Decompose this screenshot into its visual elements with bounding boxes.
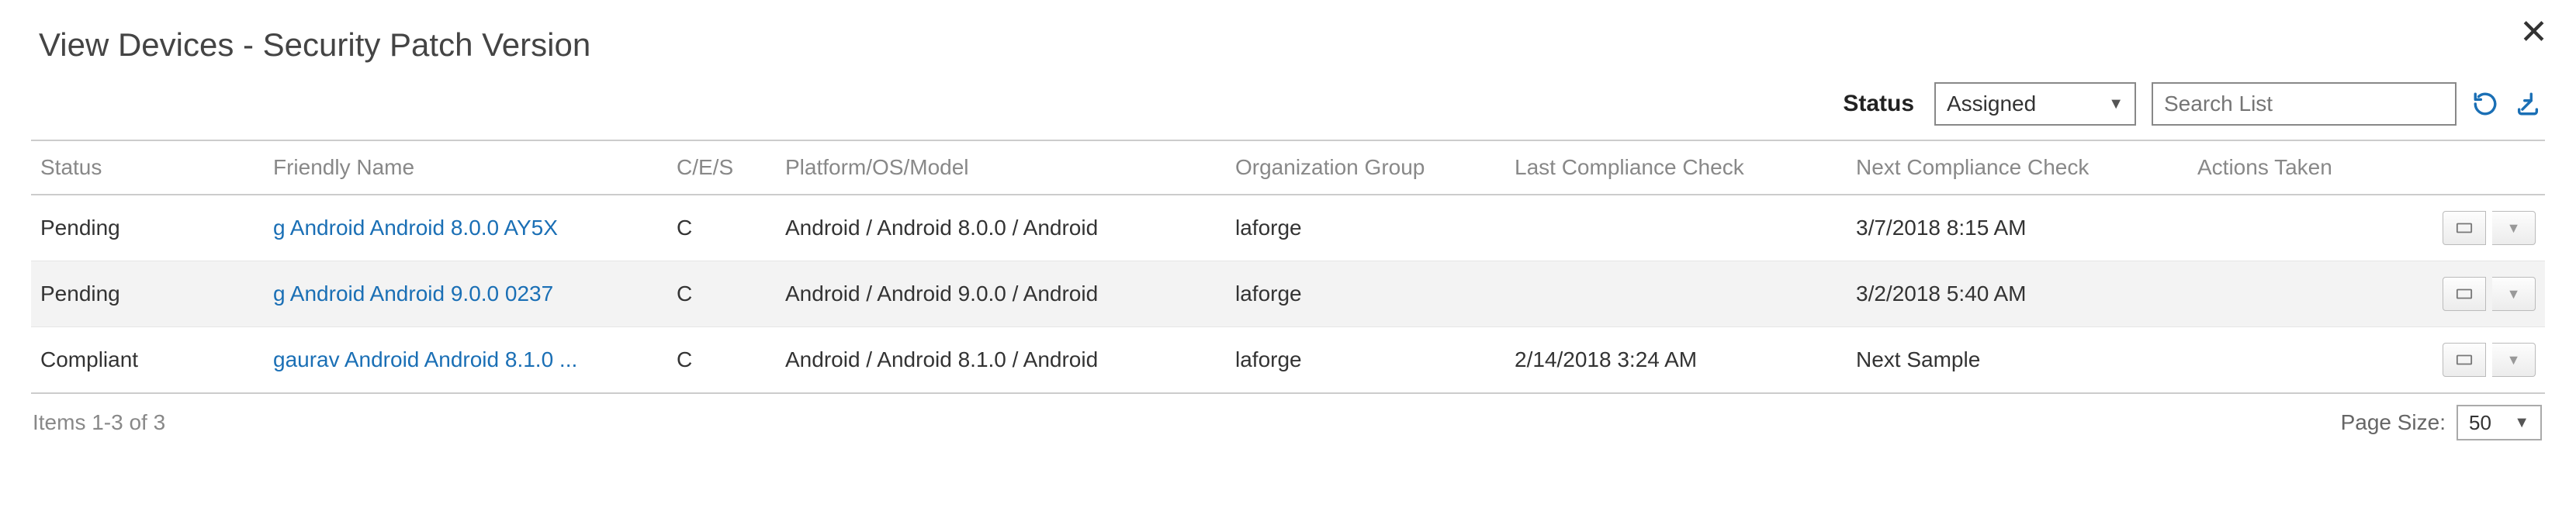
refresh-icon[interactable] [2472,82,2498,126]
device-link[interactable]: gaurav Android Android 8.1.0 ... [273,347,577,371]
status-filter-select[interactable]: Assigned ▼ [1934,82,2136,126]
col-header-last-check[interactable]: Last Compliance Check [1505,140,1847,195]
table-header-row: Status Friendly Name C/E/S Platform/OS/M… [31,140,2545,195]
search-input[interactable] [2152,82,2457,126]
col-header-org[interactable]: Organization Group [1226,140,1505,195]
col-header-actions[interactable]: Actions Taken [2188,140,2390,195]
items-count: Items 1-3 of 3 [33,410,165,435]
cell-last-check [1505,261,1847,327]
page-size-select[interactable]: 50 ▼ [2457,405,2542,440]
row-action-button[interactable] [2443,211,2486,245]
page-size-value: 50 [2469,411,2491,435]
cell-last-check [1505,195,1847,261]
row-action-group: ▼ [2443,346,2536,370]
row-action-menu-button[interactable]: ▼ [2492,211,2536,245]
cell-last-check: 2/14/2018 3:24 AM [1505,327,1847,394]
cell-actions [2188,327,2390,394]
chevron-down-icon: ▼ [2514,414,2529,432]
col-header-platform[interactable]: Platform/OS/Model [776,140,1226,195]
dialog-view-devices: ✕ View Devices - Security Patch Version … [0,0,2576,525]
device-link[interactable]: g Android Android 9.0.0 0237 [273,281,553,306]
page-size-label: Page Size: [2341,410,2446,435]
cell-org: laforge [1226,327,1505,394]
caret-down-icon: ▼ [2507,352,2521,368]
devices-table: Status Friendly Name C/E/S Platform/OS/M… [31,140,2545,394]
cell-actions [2188,261,2390,327]
cell-actions [2188,195,2390,261]
table-footer: Items 1-3 of 3 Page Size: 50 ▼ [31,405,2545,440]
col-header-buttons [2390,140,2545,195]
row-action-group: ▼ [2443,214,2536,238]
row-action-menu-button[interactable]: ▼ [2492,277,2536,311]
caret-down-icon: ▼ [2507,220,2521,237]
cell-ces: C [667,261,776,327]
cell-ces: C [667,195,776,261]
status-filter-label: Status [1843,91,1914,117]
row-action-group: ▼ [2443,280,2536,304]
filter-bar: Status Assigned ▼ [31,82,2545,126]
cell-status: Compliant [31,327,264,394]
cell-platform: Android / Android 8.1.0 / Android [776,327,1226,394]
close-icon[interactable]: ✕ [2519,16,2548,50]
col-header-status[interactable]: Status [31,140,264,195]
export-icon[interactable] [2514,82,2542,126]
device-link[interactable]: g Android Android 8.0.0 AY5X [273,216,558,240]
cell-status: Pending [31,195,264,261]
col-header-friendly-name[interactable]: Friendly Name [264,140,667,195]
cell-platform: Android / Android 8.0.0 / Android [776,195,1226,261]
cell-org: laforge [1226,261,1505,327]
cell-next-check: 3/7/2018 8:15 AM [1847,195,2188,261]
row-action-menu-button[interactable]: ▼ [2492,343,2536,377]
cell-next-check: Next Sample [1847,327,2188,394]
cell-status: Pending [31,261,264,327]
col-header-ces[interactable]: C/E/S [667,140,776,195]
status-filter-value: Assigned [1947,92,2036,116]
table-row: Pending g Android Android 8.0.0 AY5X C A… [31,195,2545,261]
row-action-button[interactable] [2443,343,2486,377]
page-title: View Devices - Security Patch Version [39,26,2545,64]
row-action-button[interactable] [2443,277,2486,311]
table-body: Pending g Android Android 8.0.0 AY5X C A… [31,195,2545,393]
caret-down-icon: ▼ [2507,286,2521,302]
cell-next-check: 3/2/2018 5:40 AM [1847,261,2188,327]
col-header-next-check[interactable]: Next Compliance Check [1847,140,2188,195]
cell-ces: C [667,327,776,394]
page-size-control: Page Size: 50 ▼ [2341,405,2542,440]
cell-org: laforge [1226,195,1505,261]
cell-platform: Android / Android 9.0.0 / Android [776,261,1226,327]
table-row: Pending g Android Android 9.0.0 0237 C A… [31,261,2545,327]
chevron-down-icon: ▼ [2108,95,2124,113]
table-row: Compliant gaurav Android Android 8.1.0 .… [31,327,2545,394]
